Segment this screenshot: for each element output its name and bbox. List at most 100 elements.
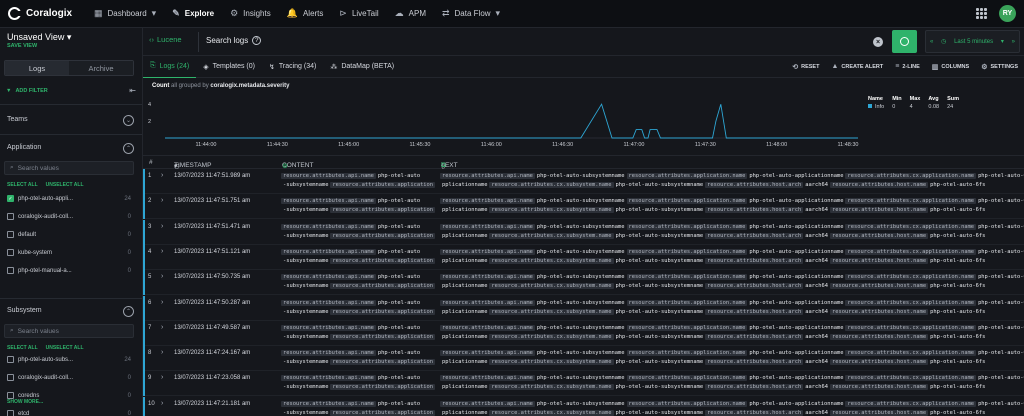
select-all-button[interactable]: SELECT ALL	[7, 345, 38, 351]
table-row[interactable]: 10 › 13/07/2023 11:47:21.181 am resource.at…	[143, 396, 1024, 416]
unselect-all-button[interactable]: UNSELECT ALL	[46, 345, 84, 351]
tab-tracing[interactable]: ↯ Tracing (34)	[262, 56, 323, 78]
chevron-right-icon[interactable]: ›	[161, 197, 163, 204]
table-row[interactable]: 5 › 13/07/2023 11:47:50.735 am resource.att…	[143, 270, 1024, 296]
view-title[interactable]: Unsaved View ▾	[7, 32, 71, 43]
chevron-right-icon[interactable]: ›	[161, 273, 163, 280]
checkbox-icon[interactable]	[7, 410, 14, 416]
avatar[interactable]: RY	[999, 5, 1016, 22]
chevron-right-icon[interactable]: ›	[161, 248, 163, 255]
apps-grid-icon[interactable]	[976, 8, 987, 19]
nav-item-insights[interactable]: ⚙ Insights	[222, 0, 279, 28]
content-cell[interactable]: resource.attributes.api.name php-otel-aut…	[281, 273, 436, 291]
subsystem-search-input[interactable]: ⌕ Search values	[4, 324, 134, 338]
content-cell[interactable]: resource.attributes.api.name php-otel-aut…	[281, 374, 436, 392]
text-cell[interactable]: resource.attributes.api.name php-otel-aut…	[440, 374, 1024, 392]
add-filter-button[interactable]: ▼ ADD FILTER	[6, 88, 48, 94]
text-cell[interactable]: resource.attributes.api.name php-otel-aut…	[440, 400, 1024, 416]
filter-option[interactable]: coredns 0	[7, 392, 131, 399]
tab-logs[interactable]: Logs	[5, 61, 69, 75]
chevron-right-icon[interactable]: ›	[161, 172, 163, 179]
content-cell[interactable]: resource.attributes.api.name php-otel-aut…	[281, 324, 436, 342]
chevron-up-icon[interactable]: ⌃	[123, 143, 134, 154]
show-more-button[interactable]: SHOW MORE...	[7, 399, 43, 405]
checkbox-icon[interactable]	[7, 356, 14, 363]
chevron-right-icon[interactable]: ›	[161, 324, 163, 331]
tab-archive[interactable]: Archive	[69, 61, 133, 75]
create-alert-button[interactable]: ▲ CREATE ALERT	[831, 63, 883, 71]
table-row[interactable]: 9 › 13/07/2023 11:47:23.058 am resource.att…	[143, 371, 1024, 397]
chevron-up-icon[interactable]: ⌃	[123, 306, 134, 317]
content-cell[interactable]: resource.attributes.api.name php-otel-aut…	[281, 172, 436, 190]
reset-button[interactable]: ⟲ RESET	[792, 63, 819, 71]
table-row[interactable]: 7 › 13/07/2023 11:47:49.587 am resource.att…	[143, 320, 1024, 346]
table-row[interactable]: 1 › 13/07/2023 11:47:51.989 am resource.att…	[143, 169, 1024, 194]
table-row[interactable]: 3 › 13/07/2023 11:47:51.471 am resource.att…	[143, 219, 1024, 245]
nav-item-apm[interactable]: ☁ APM	[387, 0, 434, 28]
clear-search-button[interactable]: ×	[873, 37, 883, 47]
text-cell[interactable]: resource.attributes.api.name php-otel-aut…	[440, 324, 1024, 342]
tab-logs[interactable]: ⎘ Logs (24)	[143, 56, 197, 78]
content-cell[interactable]: resource.attributes.api.name php-otel-aut…	[281, 248, 436, 266]
chevron-right-icon[interactable]: ›	[161, 299, 163, 306]
text-cell[interactable]: resource.attributes.api.name php-otel-aut…	[440, 172, 1024, 190]
content-cell[interactable]: resource.attributes.api.name php-otel-aut…	[281, 197, 436, 215]
filter-option[interactable]: default 0	[7, 231, 131, 238]
filter-option[interactable]: coralogix-audit-coll... 0	[7, 213, 131, 220]
filter-option[interactable]: etcd 0	[7, 410, 131, 416]
chevron-left-icon[interactable]: «	[930, 39, 933, 45]
checkbox-icon[interactable]	[7, 213, 14, 220]
filter-option[interactable]: kube-system 0	[7, 249, 131, 256]
content-cell[interactable]: resource.attributes.api.name php-otel-aut…	[281, 299, 436, 317]
search-input[interactable]: Search logs ?	[206, 36, 262, 45]
content-cell[interactable]: resource.attributes.api.name php-otel-aut…	[281, 223, 436, 241]
tab-templates[interactable]: ◈ Templates (0)	[196, 56, 262, 78]
filter-option[interactable]: coralogix-audit-coll... 0	[7, 374, 131, 381]
filter-option[interactable]: ✓ php-otel-auto-appli... 24	[7, 195, 131, 202]
query-syntax-toggle[interactable]: ‹› Lucene	[149, 35, 182, 44]
chevron-right-icon[interactable]: »	[1012, 39, 1015, 45]
chevron-right-icon[interactable]: ›	[161, 400, 163, 407]
save-view-button[interactable]: SAVE VIEW	[7, 43, 37, 49]
application-search-input[interactable]: ⌕ Search values	[4, 161, 134, 175]
nav-item-alerts[interactable]: 🔔 Alerts	[279, 0, 332, 28]
settings-button[interactable]: ⚙ SETTINGS	[981, 63, 1018, 71]
2-line-button[interactable]: ≡ 2-LINE	[895, 63, 920, 71]
nav-item-data-flow[interactable]: ⇄ Data Flow ▾	[434, 0, 508, 28]
checkbox-icon[interactable]	[7, 267, 14, 274]
filter-option[interactable]: php-otel-auto-subs... 24	[7, 356, 131, 363]
chevron-right-icon[interactable]: ›	[161, 223, 163, 230]
brand-logo[interactable]: Coralogix	[8, 7, 86, 20]
run-search-button[interactable]	[892, 30, 917, 53]
content-cell[interactable]: resource.attributes.api.name php-otel-aut…	[281, 349, 436, 367]
text-cell[interactable]: resource.attributes.api.name php-otel-aut…	[440, 273, 1024, 291]
checkbox-checked-icon[interactable]: ✓	[7, 195, 14, 202]
nav-item-livetail[interactable]: ⊳ LiveTail	[331, 0, 386, 28]
columns-button[interactable]: ▥ COLUMNS	[932, 63, 969, 71]
select-all-button[interactable]: SELECT ALL	[7, 182, 38, 188]
checkbox-icon[interactable]	[7, 231, 14, 238]
nav-item-explore[interactable]: ✎ Explore	[164, 0, 222, 28]
content-cell[interactable]: resource.attributes.api.name php-otel-aut…	[281, 400, 436, 416]
text-cell[interactable]: resource.attributes.api.name php-otel-aut…	[440, 197, 1024, 215]
chevron-right-icon[interactable]: ›	[161, 374, 163, 381]
collapse-sidebar-icon[interactable]: ⇤	[129, 86, 136, 95]
time-range-picker[interactable]: « ◷ Last 5 minutes ▾ »	[925, 30, 1020, 53]
table-row[interactable]: 6 › 13/07/2023 11:47:50.287 am resource.att…	[143, 295, 1024, 321]
checkbox-icon[interactable]	[7, 374, 14, 381]
checkbox-icon[interactable]	[7, 392, 14, 399]
chevron-right-icon[interactable]: ›	[161, 349, 163, 356]
unselect-all-button[interactable]: UNSELECT ALL	[46, 182, 84, 188]
text-cell[interactable]: resource.attributes.api.name php-otel-aut…	[440, 349, 1024, 367]
nav-item-dashboard[interactable]: ▦ Dashboard ▾	[86, 0, 164, 28]
tab-datamap[interactable]: ⁂ DataMap (BETA)	[323, 56, 401, 78]
table-row[interactable]: 4 › 13/07/2023 11:47:51.121 am resource.att…	[143, 244, 1024, 270]
checkbox-icon[interactable]	[7, 249, 14, 256]
help-icon[interactable]: ?	[252, 36, 262, 45]
table-row[interactable]: 2 › 13/07/2023 11:47:51.751 am resource.att…	[143, 194, 1024, 220]
chevron-down-icon[interactable]: ⌄	[123, 115, 134, 126]
table-row[interactable]: 8 › 13/07/2023 11:47:24.167 am resource.att…	[143, 346, 1024, 372]
text-cell[interactable]: resource.attributes.api.name php-otel-aut…	[440, 223, 1024, 241]
text-cell[interactable]: resource.attributes.api.name php-otel-aut…	[440, 248, 1024, 266]
filter-option[interactable]: php-otel-manual-a... 0	[7, 267, 131, 274]
